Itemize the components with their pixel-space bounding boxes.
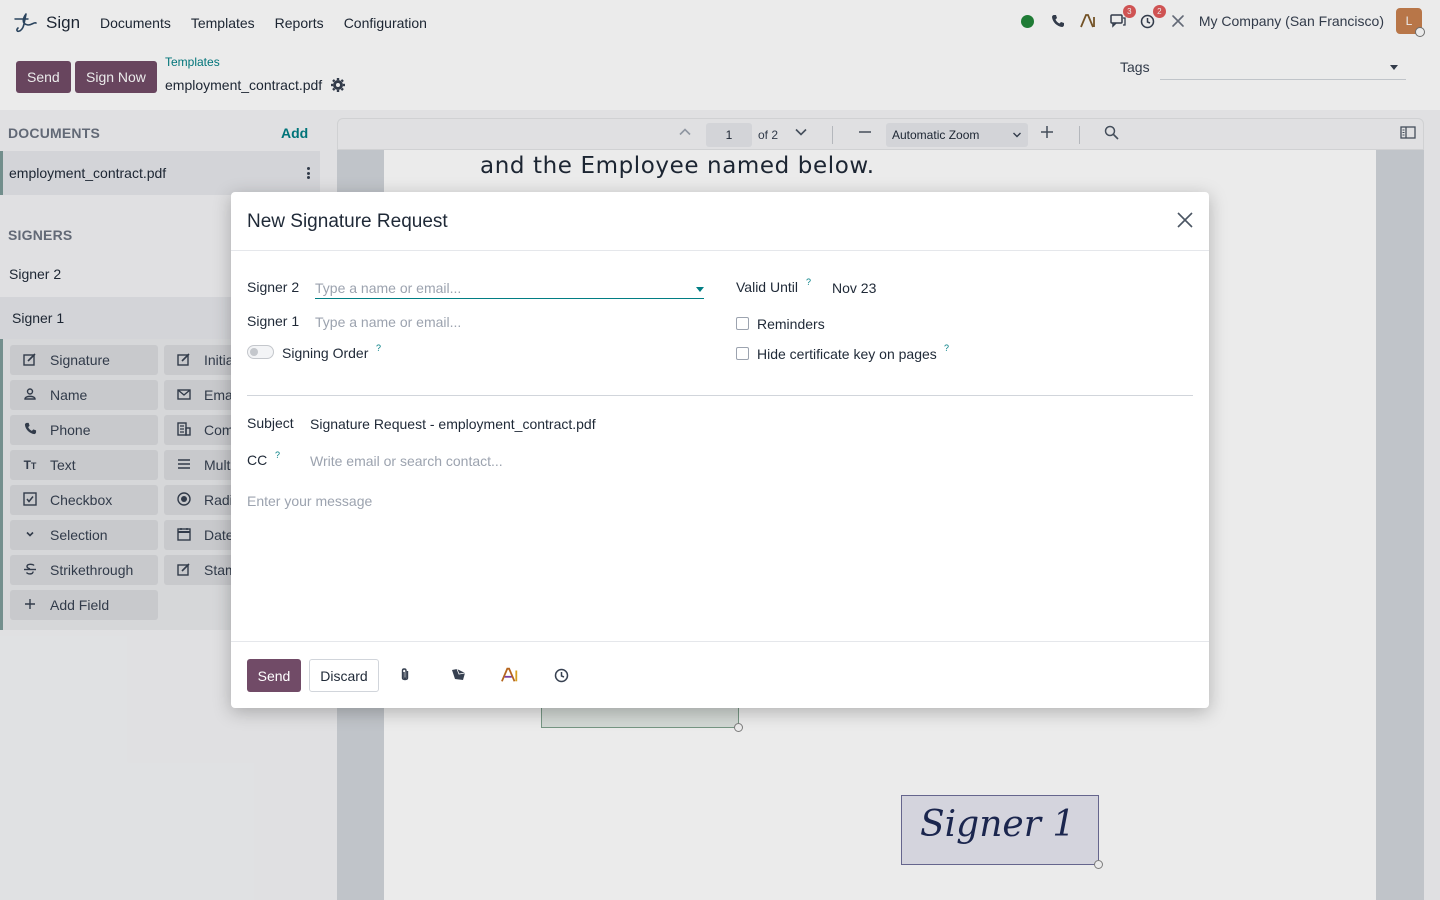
signer-2-label: Signer 2 [247,279,300,295]
reminders-checkbox[interactable] [736,317,749,330]
ai-icon[interactable] [501,666,519,684]
dialog-send-button[interactable]: Send [247,659,301,692]
valid-until-label: Valid Until [736,279,798,295]
cc-input[interactable]: Write email or search contact... [310,453,503,469]
dialog-footer-divider [231,641,1209,642]
dialog-header: New Signature Request [231,192,1209,251]
hide-certificate-checkbox[interactable] [736,347,749,360]
template-icon[interactable] [450,666,468,684]
signer-1-input[interactable]: Type a name or email... [315,314,461,330]
subject-label: Subject [247,415,294,431]
dialog-discard-button[interactable]: Discard [309,659,379,692]
new-signature-request-dialog: New Signature Request Signer 2 Type a na… [231,192,1209,708]
message-textarea[interactable]: Enter your message [247,493,372,509]
reminders-label: Reminders [757,316,825,332]
signer-2-input-underline [315,298,704,299]
signing-order-label: Signing Order [282,345,369,361]
help-tooltip-icon[interactable]: ? [806,277,811,287]
paperclip-icon[interactable] [396,666,414,684]
help-tooltip-icon[interactable]: ? [376,343,381,353]
help-tooltip-icon[interactable]: ? [944,343,949,353]
caret-down-icon[interactable] [696,287,704,292]
subject-input[interactable]: Signature Request - employment_contract.… [310,416,596,432]
help-tooltip-icon[interactable]: ? [275,450,280,460]
dialog-title: New Signature Request [247,211,448,232]
schedule-clock-icon[interactable] [552,666,570,684]
signing-order-toggle[interactable] [247,345,274,359]
signer-1-label: Signer 1 [247,313,300,329]
signer-2-input[interactable]: Type a name or email... [315,280,461,296]
cc-label: CC [247,452,268,468]
valid-until-input[interactable]: Nov 23 [832,280,876,296]
section-divider [247,395,1193,396]
hide-certificate-label: Hide certificate key on pages [757,346,937,362]
close-icon[interactable] [1175,210,1195,230]
